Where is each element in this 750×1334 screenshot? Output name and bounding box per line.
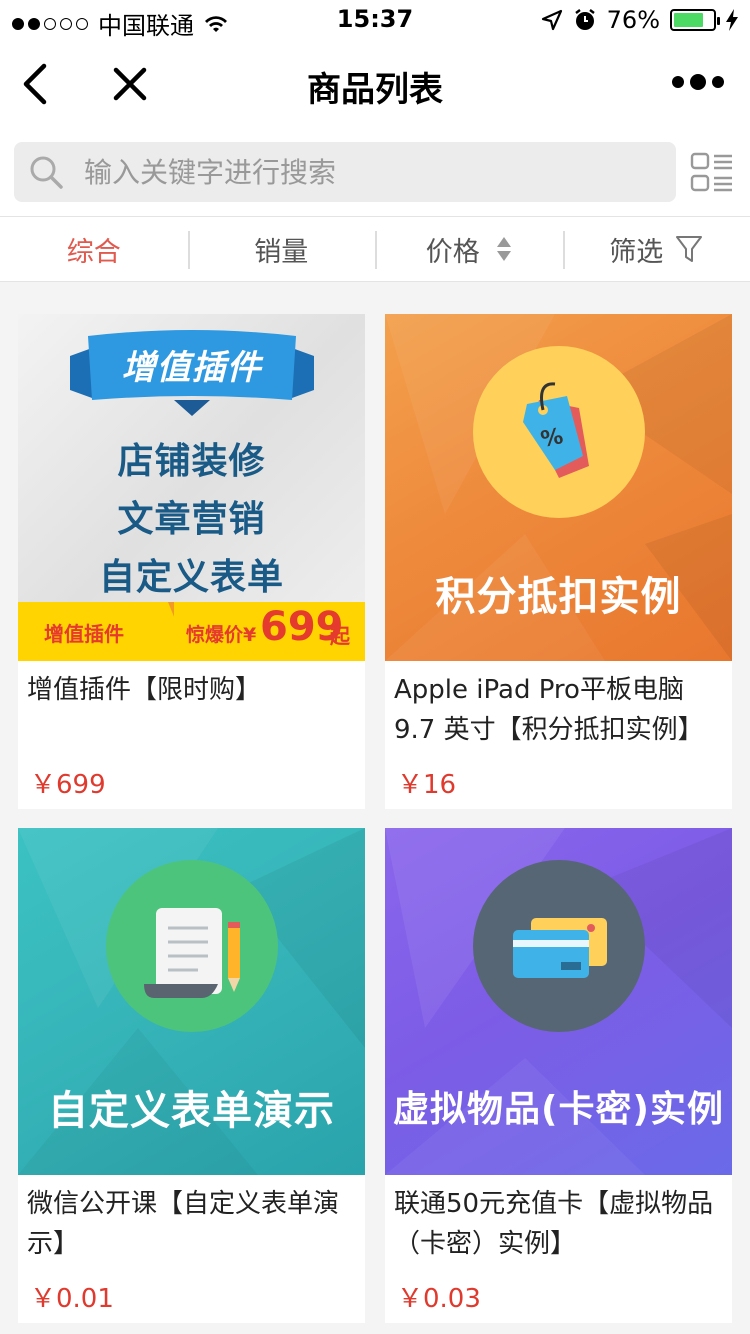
product-title[interactable]: 联通50元充值卡【虚拟物品（卡密）实例】 <box>394 1184 724 1264</box>
location-arrow-icon <box>541 9 562 31</box>
search-input[interactable] <box>84 155 644 189</box>
product-price: ￥16 <box>397 770 457 800</box>
filter-tab-sales[interactable]: 销量 <box>187 217 376 281</box>
product-price: ￥699 <box>30 770 106 800</box>
banner-footer-left: 增值插件 <box>44 622 124 646</box>
banner-footer-label: 惊爆价¥ <box>186 624 257 646</box>
ribbon-text: 增值插件 <box>121 348 262 388</box>
filter-tab-label: 价格 <box>425 236 480 268</box>
product-title[interactable]: 微信公开课【自定义表单演示】 <box>27 1184 357 1264</box>
product-image: 虚拟物品(卡密)实例 <box>385 828 732 1175</box>
alarm-clock-icon <box>574 9 595 30</box>
product-price: ￥0.03 <box>397 1284 481 1314</box>
status-bar: 中国联通 15:37 76% <box>0 0 750 40</box>
filter-tab-filter[interactable]: 筛选 <box>562 217 750 281</box>
banner-footer: 增值插件 惊爆价¥ 699 起 <box>18 602 365 661</box>
filter-tab-label: 筛选 <box>609 236 664 268</box>
product-card[interactable]: 虚拟物品(卡密)实例 联通50元充值卡【虚拟物品（卡密）实例】 ￥0.03 <box>385 828 732 1323</box>
filter-tab-price[interactable]: 价格 <box>375 217 563 281</box>
navigation-bar: 商品列表 <box>0 40 750 128</box>
product-image: % 积分抵扣实例 <box>385 314 732 661</box>
filter-tab-label: 综合 <box>66 236 121 268</box>
page-title: 商品列表 <box>307 70 443 110</box>
filter-tab-comprehensive[interactable]: 综合 <box>0 217 188 281</box>
product-price: ￥0.01 <box>30 1284 114 1314</box>
battery-icon <box>670 9 720 31</box>
sort-updown-icon <box>496 237 511 261</box>
banner-text: 虚拟物品(卡密)实例 <box>393 1089 724 1130</box>
banner-footer-suffix: 起 <box>330 624 350 648</box>
filter-tab-label: 销量 <box>254 236 309 268</box>
banner-text: 自定义表单演示 <box>48 1088 335 1134</box>
banner-line-1: 店铺装修 <box>117 441 266 482</box>
product-card[interactable]: 增值插件 店铺装修 文章营销 自定义表单 增值插件 惊爆价¥ 699 起 增值插… <box>18 314 365 809</box>
search-box[interactable] <box>14 142 676 202</box>
product-image: 增值插件 店铺装修 文章营销 自定义表单 增值插件 惊爆价¥ 699 起 <box>18 314 365 661</box>
charging-bolt-icon <box>726 9 738 31</box>
product-card[interactable]: % 积分抵扣实例 Apple iPad Pro平板电脑9.7 英寸【积分抵扣实例… <box>385 314 732 809</box>
banner-text: 积分抵扣实例 <box>435 574 682 620</box>
search-row <box>0 128 750 216</box>
banner-line-3: 自定义表单 <box>98 557 284 598</box>
product-image: 自定义表单演示 <box>18 828 365 1175</box>
filter-bar: 综合 销量 价格 筛选 <box>0 216 750 282</box>
more-options-icon[interactable] <box>672 74 724 90</box>
document-pen-icon <box>144 908 240 998</box>
battery-percent: 76% <box>606 6 660 34</box>
product-card[interactable]: 自定义表单演示 微信公开课【自定义表单演示】 ￥0.01 <box>18 828 365 1323</box>
search-icon <box>30 156 63 189</box>
banner-line-2: 文章营销 <box>117 499 266 540</box>
product-title[interactable]: 增值插件【限时购】 <box>27 670 357 710</box>
funnel-filter-icon <box>676 236 703 262</box>
credit-card-icon <box>513 918 607 978</box>
list-layout-toggle-icon[interactable] <box>690 150 734 194</box>
product-title[interactable]: Apple iPad Pro平板电脑9.7 英寸【积分抵扣实例】 <box>394 670 724 750</box>
